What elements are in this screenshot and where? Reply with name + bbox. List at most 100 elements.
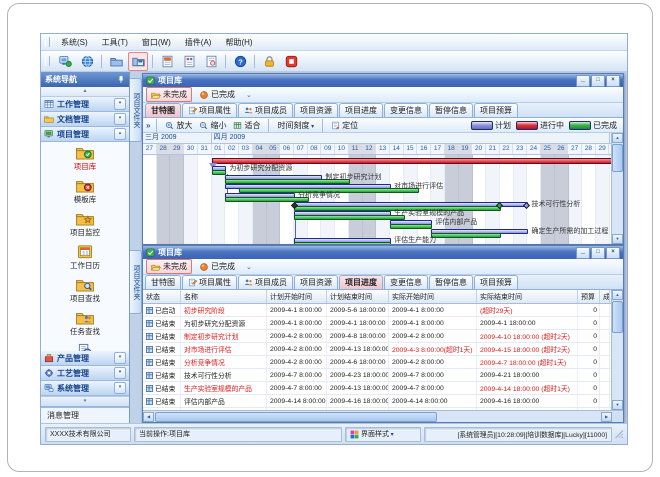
zoom-in-button[interactable]: 放大 <box>163 120 194 131</box>
resize-grip[interactable] <box>615 430 623 438</box>
fit-button[interactable]: 适合 <box>231 120 262 131</box>
table-row[interactable]: 已结束技术可行性分析2009-4-7 8:00:002009-4-23 18:0… <box>143 369 611 382</box>
sidebar-group-document[interactable]: 文档管理 <box>41 112 129 127</box>
column-header-plan-start[interactable]: 计划开始时间 <box>267 290 327 303</box>
column-header-name[interactable]: 名称 <box>181 290 267 303</box>
maximize-button[interactable] <box>591 247 605 259</box>
progress-window-titlebar[interactable]: 项目库 <box>143 246 623 259</box>
toolbar-button-form-edit[interactable] <box>179 52 199 71</box>
table-row[interactable]: 已结束分析竞争情况2009-4-2 8:00:002009-4-6 18:00:… <box>143 356 611 369</box>
gantt-actual-bar[interactable] <box>390 224 432 229</box>
group-chevron-icon[interactable] <box>114 113 126 125</box>
tab-members[interactable]: 项目成员 <box>238 103 293 117</box>
toolbar-button-help[interactable]: ? <box>230 52 250 71</box>
maximize-button[interactable] <box>591 75 605 87</box>
sidebar-group-system-mgmt[interactable]: 系统管理 <box>41 381 129 396</box>
group-chevron-icon[interactable] <box>114 352 126 364</box>
column-header-actual-end[interactable]: 实际结束时间 <box>477 290 578 303</box>
scroll-up-arrow[interactable] <box>612 290 623 300</box>
group-chevron-icon[interactable] <box>114 382 126 394</box>
filter-finished-button[interactable]: 已完成 <box>194 259 240 274</box>
tab-progress[interactable]: 项目进度 <box>339 275 383 289</box>
menu-help[interactable]: 帮助(H) <box>218 35 259 50</box>
project-folders-side-tab-bottom[interactable]: 项目文件夹 <box>130 250 142 314</box>
table-row[interactable]: 已结束制定初步研究计划2009-4-2 8:00:002009-4-8 18:0… <box>143 330 611 343</box>
menu-window[interactable]: 窗口(W) <box>135 35 178 50</box>
ui-style-button[interactable]: 界面样式 <box>345 427 421 442</box>
column-header-actual-start[interactable]: 实际开始时间 <box>389 290 477 303</box>
gantt-actual-bar[interactable] <box>294 215 405 220</box>
sidebar-item-project-doc-search[interactable]: 项目文档查找 <box>63 343 108 351</box>
scroll-left-arrow[interactable] <box>143 412 154 422</box>
toolbar-button-globe[interactable] <box>77 52 97 71</box>
menu-system[interactable]: 系统(S) <box>54 35 95 50</box>
project-folders-side-tab-top[interactable]: 项目文件夹 <box>130 78 142 142</box>
scroll-right-arrow[interactable] <box>601 412 612 422</box>
sidebar-item-project-library[interactable]: 项目库 <box>74 145 97 172</box>
sidebar-item-work-calendar[interactable]: 工作日历 <box>70 244 100 271</box>
sidebar-item-task-search[interactable]: 任务查找 <box>70 310 100 337</box>
toolbar-button-lock[interactable] <box>259 52 279 71</box>
filter-unfinished-button[interactable]: 未完成 <box>146 259 192 274</box>
message-management-tab[interactable]: 消息管理 <box>41 407 129 423</box>
table-row[interactable]: 已结束评估内部产品2009-4-14 8:00:002009-4-16 18:0… <box>143 395 611 408</box>
filter-unfinished-button[interactable]: 未完成 <box>146 87 192 102</box>
sidebar-item-template-library[interactable]: 模板库 <box>74 178 97 205</box>
column-header-status[interactable]: 状态 <box>143 290 181 303</box>
tab-resources[interactable]: 项目资源 <box>294 103 338 117</box>
sidebar-scroll-down-button[interactable] <box>41 396 129 407</box>
gantt-summary-bar[interactable] <box>212 158 611 164</box>
scroll-thumb[interactable] <box>155 412 437 422</box>
toolbar-button-monitor-sync[interactable] <box>55 52 75 71</box>
tab-properties[interactable]: 项目属性 <box>182 103 237 117</box>
gantt-toolbar-overflow-icon[interactable] <box>146 121 150 130</box>
scroll-down-arrow[interactable] <box>612 234 623 244</box>
sidebar-collapse-button[interactable] <box>41 87 129 97</box>
table-row[interactable]: 已结束对市场进行评估2009-4-2 8:00:002009-4-13 18:0… <box>143 343 611 356</box>
column-header-cost[interactable]: 成 <box>600 290 610 303</box>
tab-budget[interactable]: 项目预算 <box>474 275 518 289</box>
table-row[interactable]: 已结束为初步研究分配资源2009-4-1 8:00:002009-4-1 18:… <box>143 317 611 330</box>
locate-button[interactable]: 定位 <box>329 120 360 131</box>
sidebar-group-product[interactable]: 产品管理 <box>41 351 129 366</box>
table-row[interactable]: 已结束生产实验室规模的产品2009-4-7 8:00:002009-4-13 1… <box>143 382 611 395</box>
sidebar-group-project[interactable]: 项目管理 <box>41 127 129 142</box>
scroll-down-arrow[interactable] <box>612 400 623 410</box>
scroll-thumb[interactable] <box>612 301 623 333</box>
gantt-actual-bar[interactable] <box>212 170 227 175</box>
toolbar-button-folder[interactable] <box>106 52 126 71</box>
filter-overflow-chevron-icon[interactable] <box>246 263 252 271</box>
tab-gantt[interactable]: 甘特图 <box>145 275 181 289</box>
tab-properties[interactable]: 项目属性 <box>182 275 237 289</box>
toolbar-button-folder-save[interactable] <box>128 52 148 71</box>
scroll-up-arrow[interactable] <box>612 133 623 143</box>
sidebar-item-project-monitor[interactable]: 项目监控 <box>70 211 100 238</box>
table-horizontal-scrollbar[interactable] <box>143 410 623 422</box>
tab-budget[interactable]: 项目预算 <box>474 103 518 117</box>
minimize-button[interactable] <box>576 75 590 87</box>
tab-members[interactable]: 项目成员 <box>238 275 293 289</box>
group-chevron-icon[interactable] <box>114 367 126 379</box>
tab-pause[interactable]: 暂停信息 <box>429 103 473 117</box>
column-header-budget[interactable]: 预算 <box>578 290 600 303</box>
sidebar-item-project-search[interactable]: 项目查找 <box>70 277 100 304</box>
toolbar-button-exit[interactable] <box>281 52 301 71</box>
filter-finished-button[interactable]: 已完成 <box>194 87 240 102</box>
tab-progress[interactable]: 项目进度 <box>339 103 383 117</box>
menu-tools[interactable]: 工具(T) <box>95 35 135 50</box>
sidebar-group-craft[interactable]: 工艺管理 <box>41 366 129 381</box>
tab-change[interactable]: 变更信息 <box>384 103 428 117</box>
group-chevron-icon[interactable] <box>114 98 126 110</box>
tab-pause[interactable]: 暂停信息 <box>429 275 473 289</box>
gantt-actual-bar[interactable] <box>294 242 391 244</box>
filter-overflow-chevron-icon[interactable] <box>246 91 252 99</box>
gantt-window-titlebar[interactable]: 项目库 <box>143 74 623 87</box>
table-vertical-scrollbar[interactable] <box>611 290 623 410</box>
time-scale-button[interactable]: 时间刻度 <box>275 120 316 131</box>
toolbar-button-form-view[interactable] <box>201 52 221 71</box>
gantt-vertical-scrollbar[interactable] <box>611 133 623 244</box>
menu-plugins[interactable]: 插件(A) <box>178 35 219 50</box>
sidebar-group-work[interactable]: 工作管理 <box>41 97 129 112</box>
tab-change[interactable]: 变更信息 <box>384 275 428 289</box>
zoom-out-button[interactable]: 缩小 <box>197 120 228 131</box>
